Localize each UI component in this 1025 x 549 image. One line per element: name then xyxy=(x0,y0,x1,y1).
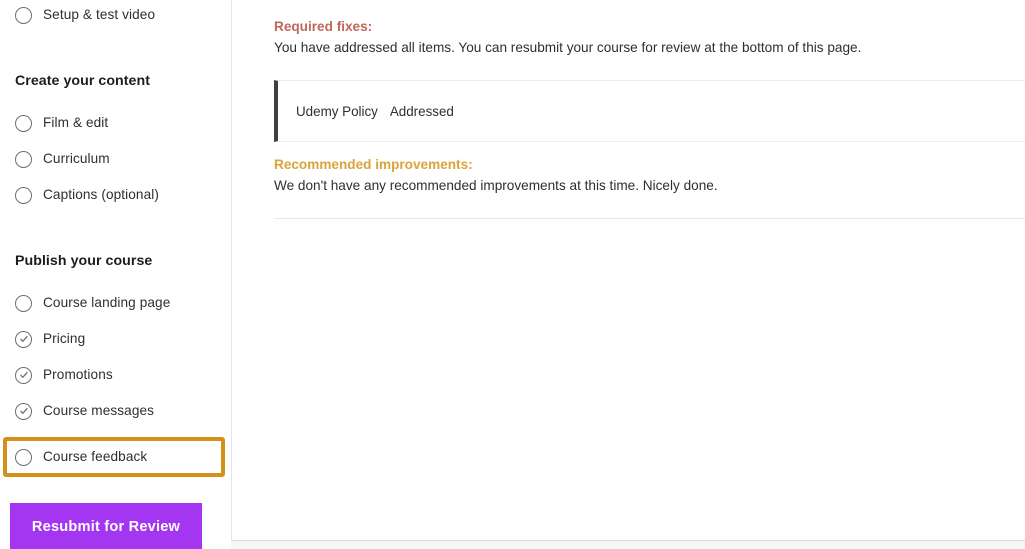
sidebar-item-label: Film & edit xyxy=(43,115,109,131)
sidebar-item-course-landing-page[interactable]: Course landing page xyxy=(0,285,231,321)
circle-empty-icon xyxy=(15,448,32,466)
required-fixes-body: You have addressed all items. You can re… xyxy=(274,40,862,56)
sidebar-item-captions[interactable]: Captions (optional) xyxy=(0,177,231,213)
circle-empty-icon xyxy=(15,150,32,168)
sidebar-item-label: Course messages xyxy=(43,403,155,419)
policy-status-label: Addressed xyxy=(389,103,454,119)
section-divider xyxy=(274,218,1025,220)
circle-empty-icon xyxy=(15,114,32,132)
policy-feedback-row: Udemy Policy Addressed xyxy=(274,80,1025,143)
sidebar-item-label: Pricing xyxy=(43,331,86,347)
required-fixes-heading: Required fixes: xyxy=(274,19,373,34)
sidebar-item-label: Course landing page xyxy=(43,295,171,311)
sidebar-item-label: Setup & test video xyxy=(43,7,156,23)
circle-check-icon xyxy=(15,366,32,384)
circle-check-icon xyxy=(15,330,32,348)
sidebar-item-pricing[interactable]: Pricing xyxy=(0,321,231,357)
circle-empty-icon xyxy=(15,186,32,204)
sidebar-section-title-create-your-content: Create your content xyxy=(15,73,150,89)
circle-empty-icon xyxy=(15,6,32,24)
sidebar-item-label: Course feedback xyxy=(43,449,148,465)
policy-label: Udemy Policy xyxy=(296,103,378,119)
sidebar-item-label: Promotions xyxy=(43,367,113,383)
resubmit-for-review-button[interactable]: Resubmit for Review xyxy=(10,503,202,549)
page-root: Setup & test video Create your content F… xyxy=(0,0,1025,549)
circle-check-icon xyxy=(15,402,32,420)
sidebar-item-film-edit[interactable]: Film & edit xyxy=(0,105,231,141)
recommended-improvements-heading: Recommended improvements: xyxy=(274,157,473,173)
sidebar-item-label: Captions (optional) xyxy=(43,187,159,203)
recommended-improvements-body: We don't have any recommended improvemen… xyxy=(274,178,718,194)
sidebar-item-setup-test-video[interactable]: Setup & test video xyxy=(0,0,231,33)
sidebar-section-title-publish-your-course: Publish your course xyxy=(15,253,153,269)
sidebar-item-course-feedback[interactable]: Course feedback xyxy=(3,437,225,477)
circle-empty-icon xyxy=(15,294,32,312)
sidebar-item-course-messages[interactable]: Course messages xyxy=(0,393,231,429)
sidebar-item-label: Curriculum xyxy=(43,151,110,167)
course-steps-sidebar: Setup & test video Create your content F… xyxy=(0,0,231,549)
sidebar-item-curriculum[interactable]: Curriculum xyxy=(0,141,231,177)
course-feedback-panel: Required fixes: You have addressed all i… xyxy=(231,0,1025,541)
sidebar-item-promotions[interactable]: Promotions xyxy=(0,357,231,393)
